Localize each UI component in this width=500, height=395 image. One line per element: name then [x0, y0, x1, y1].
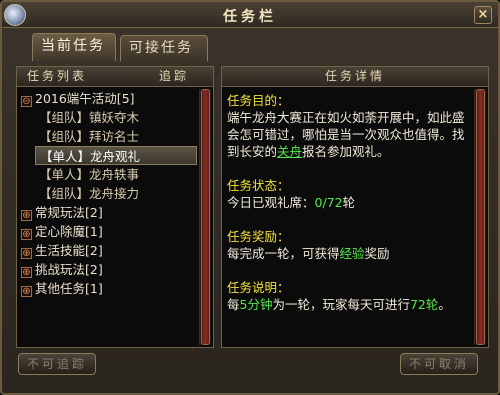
tab-available-tasks[interactable]: 可接任务: [120, 35, 208, 61]
task-item-selected[interactable]: 【单人】龙舟观礼: [35, 146, 197, 165]
task-group-challenge[interactable]: ⊕ 挑战玩法[2]: [21, 260, 197, 279]
track-button[interactable]: 不可追踪: [18, 353, 96, 375]
task-detail-title: 任务详情: [324, 69, 385, 83]
expand-icon[interactable]: ⊕: [21, 248, 32, 259]
expand-icon[interactable]: ⊕: [21, 210, 32, 221]
task-window: 任务栏 × 当前任务 可接任务 任务列表 追踪 ⊖ 2016端午活动[5] 【组队…: [0, 0, 500, 395]
task-tree: ⊖ 2016端午活动[5] 【组队】镇妖夺木 【组队】拜访名士 【单人】龙舟观礼 …: [21, 89, 197, 298]
task-group-regular[interactable]: ⊕ 常规玩法[2]: [21, 203, 197, 222]
task-group-label: 挑战玩法[2]: [35, 262, 103, 277]
reward-text-part: 奖励: [364, 246, 390, 261]
goal-label: 任务目的：: [227, 93, 290, 108]
scroll-thumb[interactable]: [476, 89, 485, 345]
task-list-scrollbar[interactable]: [199, 89, 211, 345]
task-detail-panel: 任务详情 任务目的： 端午龙舟大赛正在如火如荼开展中，如此盛会怎可错过，哪怕是当…: [221, 66, 489, 348]
task-group-label: 常规玩法[2]: [35, 205, 103, 220]
task-group-life-skills[interactable]: ⊕ 生活技能[2]: [21, 241, 197, 260]
task-detail-content: 任务目的： 端午龙舟大赛正在如火如荼开展中，如此盛会怎可错过，哪怕是当一次观众也…: [227, 89, 470, 313]
close-button[interactable]: ×: [474, 6, 492, 24]
collapse-icon[interactable]: ⊖: [21, 96, 32, 107]
desc-text-part: 每: [227, 297, 240, 312]
desc-text-part: 为一轮，玩家每天可进行: [272, 297, 410, 312]
cancel-task-button[interactable]: 不可取消: [400, 353, 478, 375]
task-item[interactable]: 【组队】龙舟接力: [21, 184, 197, 203]
task-detail-header: 任务详情: [222, 67, 488, 87]
title-bar[interactable]: 任务栏 ×: [2, 2, 498, 28]
task-list-title: 任务列表: [27, 69, 88, 83]
expand-icon[interactable]: ⊕: [21, 267, 32, 278]
task-group-label: 生活技能[2]: [35, 243, 103, 258]
task-group-label: 2016端午活动[5]: [35, 91, 135, 106]
reward-text-part: 每完成一轮，可获得: [227, 246, 340, 261]
status-unit: 轮: [342, 195, 356, 210]
task-list-panel: 任务列表 追踪 ⊖ 2016端午活动[5] 【组队】镇妖夺木 【组队】拜访名士 【…: [16, 66, 214, 348]
task-detail-scrollbar[interactable]: [474, 89, 486, 345]
task-item[interactable]: 【单人】龙舟轶事: [21, 165, 197, 184]
reward-label: 任务奖励：: [227, 229, 290, 244]
task-group-label: 其他任务[1]: [35, 281, 103, 296]
description-label: 任务说明：: [227, 280, 290, 295]
task-item[interactable]: 【组队】拜访名士: [21, 127, 197, 146]
task-item[interactable]: 【组队】镇妖夺木: [21, 108, 197, 127]
status-text-part: 今日已观礼席：: [227, 195, 315, 210]
expand-icon[interactable]: ⊕: [21, 229, 32, 240]
desc-highlight-rounds: 72轮: [409, 297, 439, 312]
scroll-thumb[interactable]: [201, 89, 210, 345]
window-title: 任务栏: [223, 9, 277, 25]
task-group-other[interactable]: ⊕ 其他任务[1]: [21, 279, 197, 298]
description-text: 每5分钟为一轮，玩家每天可进行72轮。: [227, 296, 470, 313]
task-list-header: 任务列表 追踪: [17, 67, 213, 87]
reward-highlight: 经验: [339, 246, 365, 261]
goal-text: 端午龙舟大赛正在如火如荼开展中，如此盛会怎可错过，哪怕是当一次观众也值得。找到长…: [227, 109, 470, 160]
task-group-dragon-boat[interactable]: ⊖ 2016端午活动[5]: [21, 89, 197, 108]
expand-icon[interactable]: ⊕: [21, 286, 32, 297]
desc-text-part: 。: [438, 297, 451, 312]
npc-link[interactable]: 关舟: [277, 144, 302, 159]
close-icon: ×: [477, 7, 489, 22]
status-value: 0/72: [314, 195, 343, 210]
track-column-title: 追踪: [158, 69, 189, 83]
task-group-label: 定心除魔[1]: [35, 224, 103, 239]
desc-highlight-time: 5分钟: [239, 297, 273, 312]
task-group-demon[interactable]: ⊕ 定心除魔[1]: [21, 222, 197, 241]
tab-current-tasks[interactable]: 当前任务: [32, 33, 116, 61]
reward-text: 每完成一轮，可获得经验奖励: [227, 245, 470, 262]
status-label: 任务状态：: [227, 178, 290, 193]
status-text: 今日已观礼席：0/72轮: [227, 194, 470, 211]
goal-text-part: 报名参加观礼。: [302, 144, 390, 159]
